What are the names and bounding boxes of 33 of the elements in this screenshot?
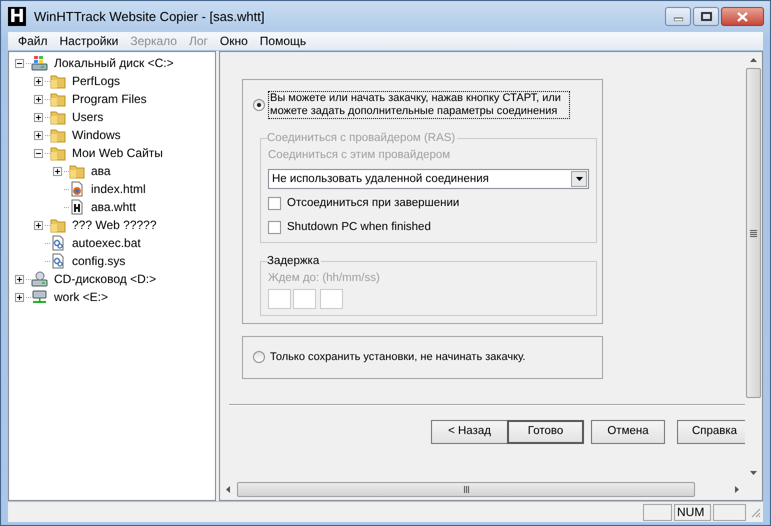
window-title: WinHTTrack Website Copier - [sas.whtt] bbox=[34, 8, 264, 26]
group-title: Задержка bbox=[267, 254, 320, 268]
tree-item[interactable]: Мои Web Сайты bbox=[71, 144, 164, 162]
tree-item[interactable]: autoexec.bat bbox=[71, 234, 142, 252]
tree-item[interactable]: ава.whtt bbox=[90, 198, 137, 216]
tree-item[interactable]: ава bbox=[90, 162, 112, 180]
radio-label[interactable]: Вы можете или начать закачку, нажав кнопку СТАРТ, или можете задать дополнительные параметры соединения bbox=[269, 92, 569, 118]
menu-item[interactable]: Окно bbox=[214, 33, 254, 49]
status-indicator: NUM bbox=[674, 504, 711, 520]
dialog-button[interactable]: < Назад bbox=[431, 420, 508, 444]
tree-item[interactable]: PerfLogs bbox=[71, 72, 122, 90]
menu-item[interactable]: Настройки bbox=[54, 33, 124, 49]
tree-item[interactable]: work <E:> bbox=[53, 288, 110, 306]
tree-item[interactable]: index.html bbox=[90, 180, 147, 198]
menu-item[interactable]: Файл bbox=[12, 33, 54, 49]
tree-item[interactable]: ??? Web ????? bbox=[71, 216, 158, 234]
dialog-button[interactable]: Готово bbox=[507, 420, 584, 444]
dialog-button[interactable]: Отмена bbox=[591, 420, 665, 444]
field-label: Ждем до: (hh/mm/ss) bbox=[268, 270, 381, 286]
group-title: Соединиться с провайдером (RAS) bbox=[267, 132, 456, 145]
tree-item[interactable]: Windows bbox=[71, 126, 122, 144]
tree-item[interactable]: CD-дисковод <D:> bbox=[53, 270, 158, 288]
tree-item[interactable]: Users bbox=[71, 108, 104, 126]
tree-item[interactable]: config.sys bbox=[71, 252, 126, 270]
tree-item[interactable]: Program Files bbox=[71, 90, 148, 108]
app-logo: H bbox=[8, 7, 26, 26]
field-label: Соединиться с этим провайдером bbox=[268, 148, 452, 163]
dialog-button[interactable]: Справка bbox=[677, 420, 745, 444]
checkbox-label: Shutdown PC when finished bbox=[287, 220, 431, 234]
radio-label[interactable]: Только сохранить установки, не начинать закачку. bbox=[269, 350, 526, 364]
tree-item[interactable]: Локальный диск <C:> bbox=[53, 54, 175, 72]
menu-item[interactable]: Помощь bbox=[254, 33, 312, 49]
checkbox-label: Отсоединиться при завершении bbox=[287, 196, 460, 212]
